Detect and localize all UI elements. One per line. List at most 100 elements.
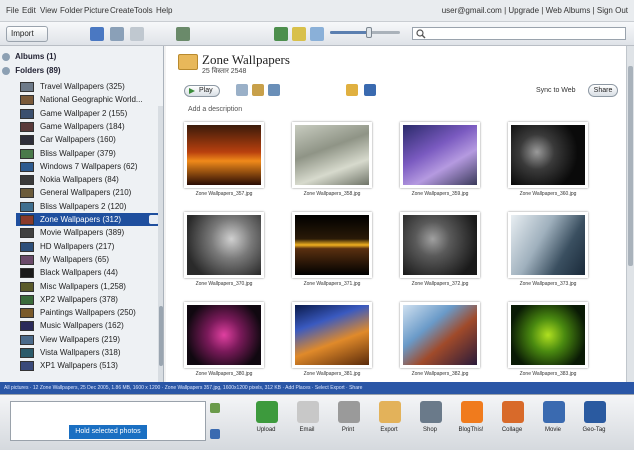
search-input[interactable]	[412, 27, 626, 40]
photo-thumbnail[interactable]: Zone Wallpapers_380.jpg	[184, 302, 264, 382]
photo-thumbnail[interactable]: Zone Wallpapers_370.jpg	[184, 212, 264, 292]
action-bar: Play Sync to Web Share	[176, 84, 622, 100]
menu-edit[interactable]: Edit	[22, 6, 36, 15]
main-panel: Zone Wallpapers 25 विस्तार 2548 Play Syn…	[166, 46, 626, 382]
people-icon[interactable]	[364, 84, 376, 96]
folder-item[interactable]: Game Wallpaper 2 (155)	[16, 107, 162, 120]
add-description[interactable]: Add a description	[188, 106, 242, 113]
photo-tray: Hold selected photos Upload Email Print Exp…	[0, 394, 634, 450]
photo-thumbnail[interactable]: Zone Wallpapers_373.jpg	[508, 212, 588, 292]
folders-section[interactable]: Folders (89)	[2, 66, 160, 78]
tray-export-button[interactable]: Export	[369, 401, 409, 447]
folder-item[interactable]: Travel Wallpapers (325)	[16, 80, 162, 93]
tray-geo-tag-button[interactable]: Geo-Tag	[574, 401, 614, 447]
photo-thumbnail[interactable]: Zone Wallpapers_371.jpg	[292, 212, 372, 292]
menu-view[interactable]: View	[40, 6, 57, 15]
folder-item[interactable]: Game Wallpapers (184)	[16, 120, 162, 133]
folder-title[interactable]: Zone Wallpapers	[202, 52, 290, 68]
folder-item[interactable]: Nokia Wallpapers (84)	[16, 173, 162, 186]
tray-blogthis-button[interactable]: BlogThis!	[451, 401, 491, 447]
filter-icon[interactable]	[274, 27, 288, 41]
video-filter-icon[interactable]	[310, 27, 324, 41]
photo-thumbnail[interactable]: Zone Wallpapers_382.jpg	[400, 302, 480, 382]
folder-label: Game Wallpapers (184)	[40, 121, 125, 131]
star-icon[interactable]	[346, 84, 358, 96]
sidebar-scrollbar[interactable]	[158, 106, 163, 382]
folder-item[interactable]: Zone Wallpapers (312)	[16, 213, 162, 226]
folder-label: Paintings Wallpapers (250)	[40, 308, 136, 318]
photo-thumbnail[interactable]: Zone Wallpapers_358.jpg	[292, 122, 372, 202]
photo-thumbnail[interactable]: Zone Wallpapers_372.jpg	[400, 212, 480, 292]
scrollbar-thumb[interactable]	[628, 66, 633, 266]
menu-picture[interactable]: Picture	[84, 6, 109, 15]
sort-icon[interactable]	[130, 27, 144, 41]
folder-item[interactable]: National Geographic World...	[16, 93, 162, 106]
menu-help[interactable]: Help	[156, 6, 172, 15]
star-filter-icon[interactable]	[292, 27, 306, 41]
folder-thumbnail	[20, 268, 34, 279]
folder-item[interactable]: Bliss Wallpaper (379)	[16, 147, 162, 160]
folder-item[interactable]: My Wallpapers (65)	[16, 253, 162, 266]
folder-item[interactable]: Misc Wallpapers (1,258)	[16, 280, 162, 293]
folder-item[interactable]: Bliss Wallpapers 2 (120)	[16, 200, 162, 213]
folder-item[interactable]: HD Wallpapers (217)	[16, 240, 162, 253]
tray-upload-button[interactable]: Upload	[246, 401, 286, 447]
menu-file[interactable]: File	[6, 6, 19, 15]
expand-icon	[2, 66, 10, 75]
sync-label[interactable]: Sync to Web	[536, 87, 576, 94]
tray-collage-button[interactable]: Collage	[492, 401, 532, 447]
photo-thumbnail[interactable]: Zone Wallpapers_381.jpg	[292, 302, 372, 382]
folder-label: Music Wallpapers (162)	[40, 321, 124, 331]
tray-shop-button[interactable]: Shop	[410, 401, 450, 447]
import-label: Import	[11, 29, 34, 38]
tray-email-button[interactable]: Email	[287, 401, 327, 447]
tray-selection-box[interactable]: Hold selected photos	[10, 401, 206, 441]
share-button[interactable]: Share	[588, 84, 618, 97]
photo-thumbnail[interactable]: Zone Wallpapers_383.jpg	[508, 302, 588, 382]
tray-print-button[interactable]: Print	[328, 401, 368, 447]
folder-thumbnail	[20, 228, 34, 239]
folder-item[interactable]: Car Wallpapers (160)	[16, 133, 162, 146]
folder-item[interactable]: Movie Wallpapers (389)	[16, 226, 162, 239]
folder-thumbnail	[20, 308, 34, 319]
main-scrollbar[interactable]	[626, 46, 634, 382]
list-view-icon[interactable]	[110, 27, 124, 41]
folder-thumbnail	[20, 321, 34, 332]
timeline-icon[interactable]	[252, 84, 264, 96]
people-icon[interactable]	[176, 27, 190, 41]
menu-tools[interactable]: Tools	[134, 6, 153, 15]
tray-movie-button[interactable]: Movie	[533, 401, 573, 447]
menu-folder[interactable]: Folder	[60, 6, 83, 15]
photo-image	[508, 212, 588, 278]
folder-item[interactable]: View Wallpapers (219)	[16, 333, 162, 346]
tray-item-label: Export	[380, 427, 398, 433]
collage-icon	[502, 401, 524, 423]
play-button[interactable]: Play	[184, 85, 220, 97]
folder-item[interactable]: Windows 7 Wallpapers (62)	[16, 160, 162, 173]
tray-item-label: Collage	[501, 427, 523, 433]
folder-item[interactable]: General Wallpapers (210)	[16, 186, 162, 199]
tray-selection-label[interactable]: Hold selected photos	[69, 425, 147, 439]
folder-item[interactable]: Black Wallpapers (44)	[16, 266, 162, 279]
albums-section[interactable]: Albums (1)	[2, 52, 160, 64]
folder-item[interactable]: Music Wallpapers (162)	[16, 319, 162, 332]
scrollbar-thumb[interactable]	[159, 306, 163, 366]
rotate-icon[interactable]	[210, 429, 220, 439]
slideshow-icon[interactable]	[236, 84, 248, 96]
import-button[interactable]: Import	[6, 26, 48, 42]
menu-create[interactable]: Create	[110, 6, 134, 15]
zoom-slider-knob[interactable]	[365, 27, 372, 38]
account-links[interactable]: user@gmail.com | Upgrade | Web Albums | …	[442, 6, 628, 15]
folder-item[interactable]: XP2 Wallpapers (378)	[16, 293, 162, 306]
photo-thumbnail[interactable]: Zone Wallpapers_357.jpg	[184, 122, 264, 202]
view-icon[interactable]	[90, 27, 104, 41]
photo-thumbnail[interactable]: Zone Wallpapers_360.jpg	[508, 122, 588, 202]
photo-thumbnail[interactable]: Zone Wallpapers_359.jpg	[400, 122, 480, 202]
zoom-slider[interactable]	[330, 27, 400, 38]
photo-image	[508, 122, 588, 188]
pin-icon[interactable]	[210, 403, 220, 413]
folder-item[interactable]: Vista Wallpapers (318)	[16, 346, 162, 359]
collage-icon[interactable]	[268, 84, 280, 96]
folder-item[interactable]: XP1 Wallpapers (513)	[16, 359, 162, 372]
folder-item[interactable]: Paintings Wallpapers (250)	[16, 306, 162, 319]
